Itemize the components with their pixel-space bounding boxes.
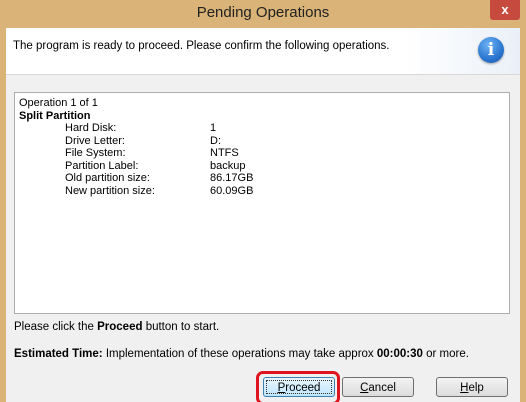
detail-label: Drive Letter:: [65, 134, 125, 147]
estimated-time-desc: Implementation of these operations may t…: [102, 348, 377, 360]
close-icon: x: [501, 2, 509, 17]
detail-label: File System:: [65, 147, 126, 159]
detail-label: Partition Label:: [65, 159, 139, 172]
window-title: Pending Operations: [196, 4, 330, 21]
detail-value: backup: [210, 159, 246, 172]
estimated-time-suffix: or more.: [422, 348, 469, 360]
instruction-after: button to start.: [142, 321, 220, 333]
cancel-label: ancel: [368, 382, 396, 394]
instruction-bold: Proceed: [97, 321, 143, 333]
detail-value: D:: [210, 134, 221, 147]
detail-row: Hard Disk: 1: [19, 122, 216, 135]
instruction-before: Please click the: [14, 321, 98, 333]
help-button[interactable]: Help: [436, 377, 508, 397]
title-bar[interactable]: Pending Operations x: [0, 0, 526, 28]
dialog-body: The program is ready to proceed. Please …: [6, 28, 520, 402]
detail-row: Old partition size: 86.17GB: [19, 172, 253, 185]
operation-type: Split Partition: [19, 109, 91, 122]
operation-counter: Operation 1 of 1: [19, 97, 98, 109]
proceed-button[interactable]: Proceed: [263, 377, 335, 397]
detail-label: Old partition size:: [65, 172, 150, 184]
instruction-text: Please click the Proceed button to start…: [14, 321, 219, 333]
focus-rect: [266, 380, 332, 394]
close-button[interactable]: x: [490, 0, 520, 20]
estimated-time-label: Estimated Time:: [14, 348, 103, 360]
detail-row: Partition Label: backup: [19, 160, 245, 173]
detail-row: File System: NTFS: [19, 147, 239, 160]
detail-row: Drive Letter: D:: [19, 135, 221, 148]
operations-list[interactable]: Operation 1 of 1 Split Partition Hard Di…: [14, 92, 510, 314]
pending-operations-window: Pending Operations x The program is read…: [0, 0, 526, 402]
detail-row: New partition size: 60.09GB: [19, 185, 253, 198]
header-message: The program is ready to proceed. Please …: [13, 40, 390, 52]
operations-content: Operation 1 of 1 Split Partition Hard Di…: [19, 97, 253, 198]
help-label: elp: [468, 382, 484, 394]
estimated-time-text: Estimated Time: Implementation of these …: [14, 348, 469, 360]
detail-value: NTFS: [210, 147, 239, 159]
detail-value: 1: [210, 122, 217, 134]
detail-label: New partition size:: [65, 184, 155, 197]
info-icon: i: [478, 37, 504, 63]
header-band: The program is ready to proceed. Please …: [6, 28, 520, 75]
detail-value: 86.17GB: [210, 172, 254, 184]
cancel-button[interactable]: Cancel: [342, 377, 414, 397]
estimated-time-value: 00:00:30: [376, 348, 423, 360]
detail-label: Hard Disk:: [65, 122, 117, 134]
detail-value: 60.09GB: [210, 184, 254, 197]
